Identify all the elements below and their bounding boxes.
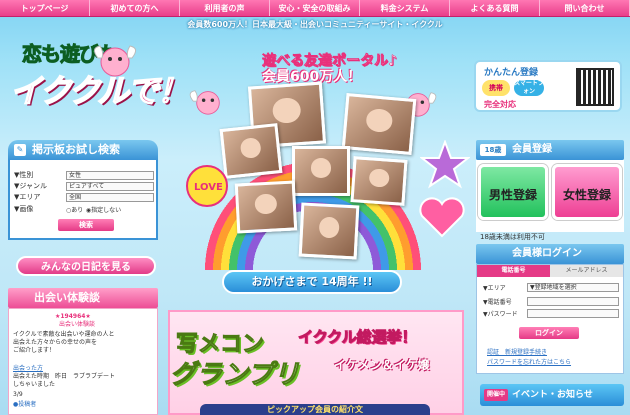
genre-select[interactable]: ピュアすべて — [66, 181, 154, 191]
login-phone-label: ▼電話番号 — [483, 299, 512, 306]
experience-text: 出会えた時期 昨日 ラブラブデート — [13, 373, 116, 380]
login-pw-label: ▼パスワード — [483, 311, 518, 318]
area-row: ▼エリア 全国 — [14, 192, 154, 202]
experience-text: 出会えた方々からの幸せの声を — [13, 339, 98, 346]
login-title: 会員様ログイン — [476, 244, 624, 264]
heart-icon — [419, 197, 465, 238]
grandprix-line2: グランプリ — [169, 360, 300, 391]
member-photo[interactable] — [298, 202, 360, 260]
forgot-password-link[interactable]: パスワードを忘れた方はこちら — [487, 357, 571, 366]
radio-yes-label: あり — [71, 206, 84, 214]
search-panel: ▼性別 女性 ▼ジャンル ピュアすべて ▼エリア 全国 ▼画像 ○あり ◉指定しない … — [8, 160, 158, 240]
pickup-bar[interactable]: ピックアップ会員の紹介文 — [200, 404, 430, 415]
cupid-mascot-icon — [94, 45, 136, 77]
login-button[interactable]: ログイン — [519, 327, 579, 339]
experience-link[interactable]: 出会った方 — [13, 365, 43, 372]
event-title[interactable]: 開催中 イベント・お知らせ — [480, 384, 624, 406]
smartphone-chip: スマートフォン — [514, 80, 544, 96]
member-register-title: 18歳 会員登録 — [476, 140, 624, 160]
nav-item-faq[interactable]: よくある質問 — [450, 0, 540, 16]
member-register-title-text: 会員登録 — [512, 144, 552, 155]
image-row: ▼画像 ○あり ◉指定しない — [14, 204, 154, 214]
age-note: 18歳未満は利用不可 — [480, 233, 545, 241]
svg-text:LOVE: LOVE — [194, 182, 223, 193]
experience-title: 出会い体験談 — [8, 288, 158, 308]
easy-register-box[interactable]: かんたん登録 携帯 スマートフォン 完全対応 — [474, 60, 622, 112]
experience-panel: ★194964★ 出会い体験談 イククルで素敵な出会いや運命の人と 出会えた方々… — [8, 308, 158, 415]
experience-text: 3/9 — [13, 391, 23, 398]
genre-label: ▼ジャンル — [14, 182, 48, 190]
login-area-label: ▼エリア — [483, 285, 506, 292]
nav-item-safety[interactable]: 安心・安全の取組み — [270, 0, 360, 16]
register-link[interactable]: 認証 新規登録手続き — [487, 347, 547, 356]
tagline: 会員数600万人！日本最大級・出会いコミュニティーサイト・イククル — [187, 20, 443, 29]
login-area-select[interactable]: ▼登録地域を選択 — [527, 283, 619, 292]
top-nav: トップページ 初めての方へ 利用者の声 安心・安全の取組み 料金システム よくあ… — [0, 0, 630, 17]
member-photo[interactable] — [341, 93, 417, 155]
search-button[interactable]: 検索 — [58, 219, 114, 231]
event-tag: 開催中 — [484, 389, 508, 401]
experience-title-text: 出会い体験談 — [34, 291, 100, 304]
experience-count: ★194964★ — [55, 313, 91, 320]
nav-item-pricing[interactable]: 料金システム — [360, 0, 450, 16]
login-area-row: ▼エリア ▼登録地域を選択 — [483, 283, 619, 292]
radio-any[interactable]: ◉指定しない — [86, 205, 121, 214]
age-tag: 18歳 — [480, 144, 506, 156]
love-badge-icon: LOVE — [186, 165, 228, 207]
gender-label: ▼性別 — [14, 171, 34, 179]
event-title-text: イベント・お知らせ — [512, 390, 593, 400]
grandprix-line3: イククル総選挙！ — [298, 328, 418, 347]
gender-row: ▼性別 女性 — [14, 170, 154, 180]
member-photo[interactable] — [292, 146, 350, 196]
password-input[interactable] — [527, 309, 619, 318]
phone-input[interactable] — [527, 297, 619, 306]
login-phone-row: ▼電話番号 — [483, 297, 619, 306]
radio-any-label: 指定しない — [91, 206, 122, 214]
tab-email[interactable]: メールアドレス — [550, 265, 623, 277]
diary-button[interactable]: みんなの日記を見る — [16, 256, 156, 276]
experience-text: しちゃいました — [13, 381, 56, 388]
nav-item-voices[interactable]: 利用者の声 — [180, 0, 270, 16]
poster-link[interactable]: ●投稿者 — [13, 401, 36, 408]
nav-item-contact[interactable]: 問い合わせ — [540, 0, 630, 16]
experience-text: ご紹介します！ — [13, 347, 56, 354]
login-pw-row: ▼パスワード — [483, 309, 619, 318]
member-photo[interactable] — [234, 180, 298, 234]
male-register-button[interactable]: 男性登録 — [478, 164, 548, 220]
search-title-text: 掲示板お試し検索 — [32, 143, 120, 156]
qr-code-icon — [576, 68, 614, 106]
member-photo[interactable] — [350, 156, 408, 206]
area-select[interactable]: 全国 — [66, 192, 154, 202]
login-title-text: 会員様ログイン — [512, 248, 582, 259]
area-label: ▼エリア — [14, 193, 41, 201]
female-register-button[interactable]: 女性登録 — [552, 164, 622, 220]
cupid-mascot-icon — [189, 90, 220, 115]
genre-row: ▼ジャンル ピュアすべて — [14, 181, 154, 191]
register-panel: 男性登録 女性登録 — [476, 160, 624, 232]
login-panel: 電話番号 メールアドレス ▼エリア ▼登録地域を選択 ▼電話番号 ▼パスワード ロ… — [476, 264, 624, 374]
search-title: ✎ 掲示板お試し検索 — [8, 140, 158, 160]
nav-item-top[interactable]: トップページ — [0, 0, 90, 16]
easy-register-title: かんたん登録 — [484, 68, 539, 78]
nav-item-first-time[interactable]: 初めての方へ — [90, 0, 180, 16]
image-label: ▼画像 — [14, 205, 34, 213]
tab-phone[interactable]: 電話番号 — [477, 265, 550, 277]
grandprix-line4: イケメン＆イケ嬢 — [334, 358, 430, 372]
radio-yes[interactable]: ○あり — [66, 205, 83, 214]
heart-star-icon — [420, 140, 470, 189]
anniversary-banner: おかげさまで 14周年 !! — [222, 270, 402, 294]
experience-subtitle: 出会い体験談 — [59, 321, 96, 328]
full-support-text: 完全対応 — [484, 100, 516, 109]
mobile-chip: 携帯 — [482, 80, 510, 96]
login-tabs: 電話番号 メールアドレス — [477, 265, 623, 277]
search-icon: ✎ — [14, 144, 26, 156]
gender-select[interactable]: 女性 — [66, 170, 154, 180]
experience-text: イククルで素敵な出会いや運命の人と — [13, 331, 115, 338]
